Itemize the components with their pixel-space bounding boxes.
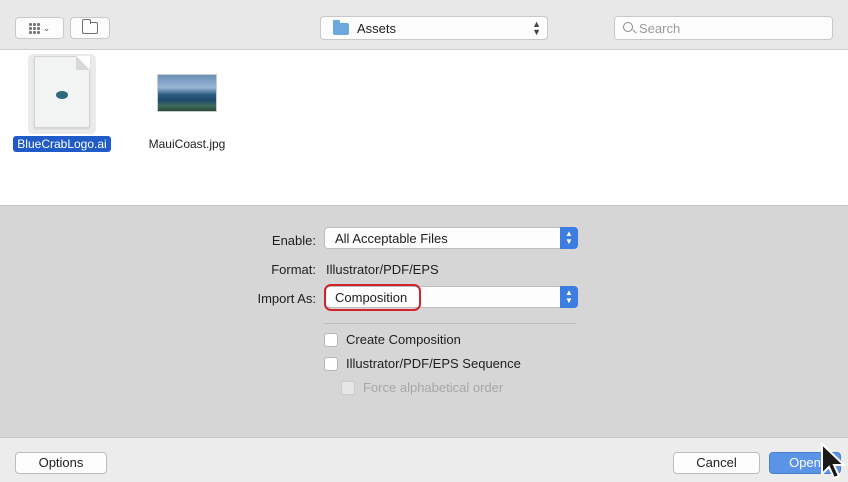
checkbox-label: Illustrator/PDF/EPS Sequence — [346, 356, 521, 371]
import-options-pane: Enable: All Acceptable Files ▲ ▼ Format: … — [0, 205, 848, 437]
file-name: MauiCoast.jpg — [148, 137, 226, 151]
illustrator-document-icon — [26, 54, 98, 134]
enable-label: Enable: — [271, 233, 316, 248]
updown-arrows-icon: ▲ ▼ — [532, 19, 541, 37]
popup-arrows-icon: ▲ ▼ — [560, 227, 578, 249]
force-alphabetical-row: Force alphabetical order — [341, 380, 503, 395]
enable-popup[interactable]: All Acceptable Files ▲ ▼ — [324, 227, 578, 249]
location-label: Assets — [357, 21, 397, 36]
divider — [324, 323, 576, 324]
new-folder-icon — [82, 19, 98, 34]
popup-arrows-icon: ▲ ▼ — [560, 286, 578, 308]
chevron-down-icon: ⌄ — [42, 22, 51, 33]
file-item-bluecrablogo[interactable]: BlueCrabLogo.ai — [12, 54, 112, 152]
search-input[interactable] — [639, 20, 824, 36]
create-composition-checkbox[interactable] — [324, 332, 338, 347]
checkbox-label: Create Composition — [346, 332, 461, 347]
enable-value: All Acceptable Files — [335, 231, 448, 246]
dialog-footer: Options Cancel Open — [0, 437, 848, 482]
file-item-mauicoast[interactable]: MauiCoast.jpg — [138, 54, 236, 152]
cancel-button[interactable]: Cancel — [673, 452, 760, 474]
format-label: Format: — [271, 262, 316, 277]
options-button[interactable]: Options — [15, 452, 107, 474]
import-as-label: Import As: — [257, 291, 316, 306]
create-composition-row[interactable]: Create Composition — [324, 332, 461, 347]
file-browser: BlueCrabLogo.ai MauiCoast.jpg — [0, 50, 848, 205]
search-icon — [623, 22, 633, 32]
checkbox-label: Force alphabetical order — [363, 380, 504, 395]
image-thumbnail-icon — [157, 74, 217, 112]
toolbar: ⌄ Assets ▲ ▼ — [0, 0, 848, 50]
new-folder-button[interactable] — [70, 17, 110, 39]
highlight-ring — [324, 284, 421, 311]
sequence-row[interactable]: Illustrator/PDF/EPS Sequence — [324, 356, 521, 371]
view-options-button[interactable]: ⌄ — [15, 17, 64, 39]
icon-grid-view-icon — [28, 22, 40, 34]
format-value: Illustrator/PDF/EPS — [326, 262, 439, 277]
location-popup[interactable]: Assets ▲ ▼ — [320, 16, 548, 40]
mouse-pointer-icon — [821, 441, 847, 480]
folder-icon — [333, 20, 349, 35]
search-field[interactable] — [614, 16, 833, 40]
force-alphabetical-checkbox — [341, 380, 355, 395]
sequence-checkbox[interactable] — [324, 356, 338, 371]
file-name: BlueCrabLogo.ai — [13, 136, 111, 152]
